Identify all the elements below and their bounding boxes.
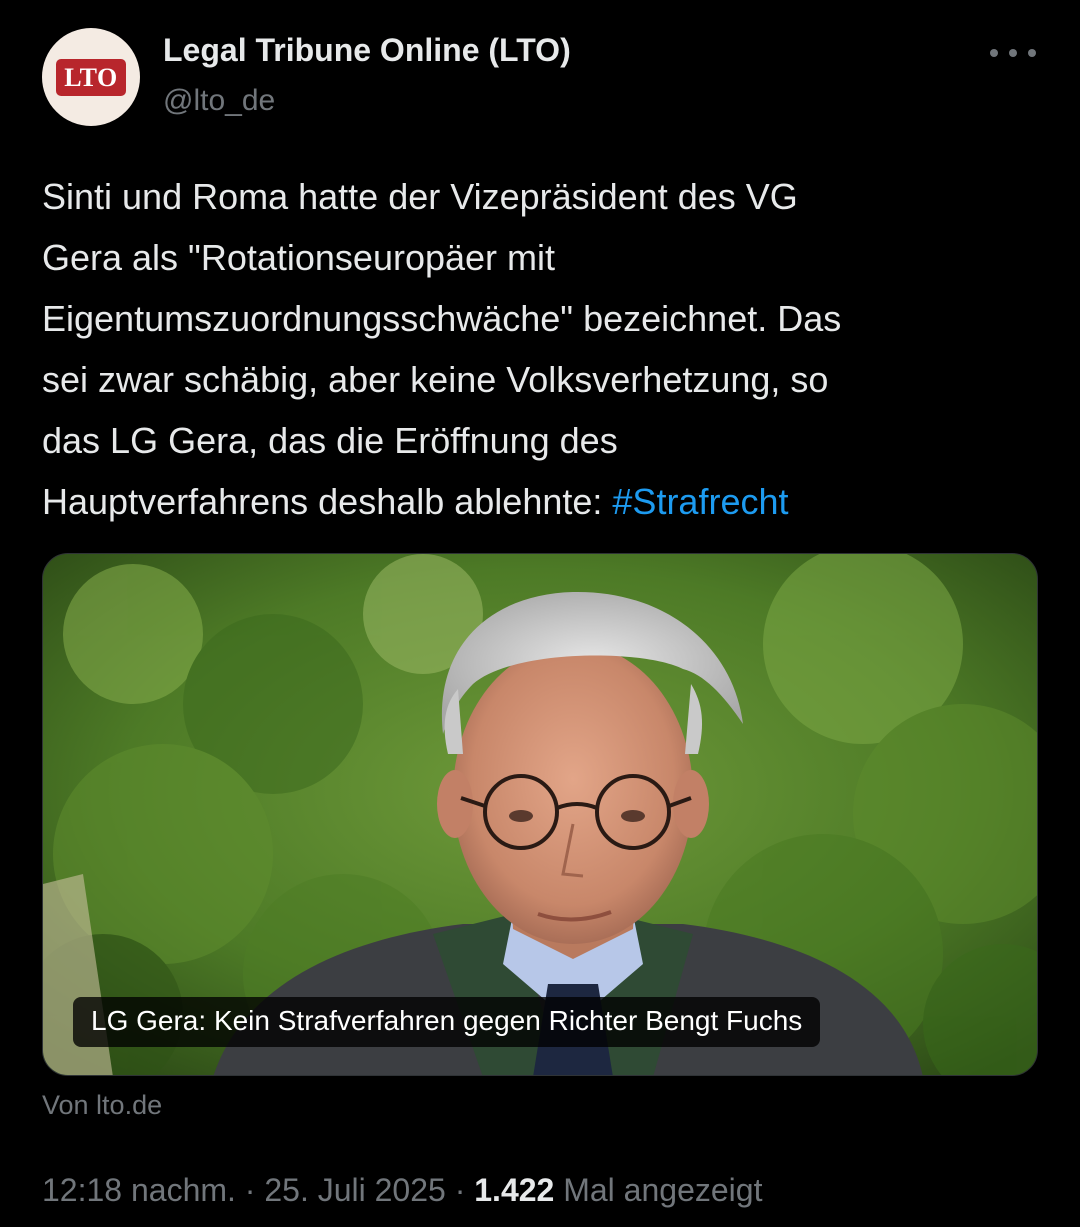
- views-label: Mal angezeigt: [563, 1172, 763, 1208]
- tweet-text-line: Hauptverfahrens deshalb ablehnte:: [42, 481, 613, 522]
- tweet-meta: 12:18 nachm. · 25. Juli 2025 · 1.422 Mal…: [42, 1172, 762, 1209]
- meta-separator: ·: [454, 1172, 466, 1208]
- lto-logo-icon: LTO: [56, 58, 126, 96]
- tweet-text-line: Eigentumszuordnungsschwäche" bezeichnet.…: [42, 298, 842, 339]
- avatar[interactable]: LTO: [42, 28, 140, 126]
- tweet-text-line: Gera als "Rotationseuropäer mit: [42, 237, 556, 278]
- tweet-text-line: sei zwar schäbig, aber keine Volksverhet…: [42, 359, 829, 400]
- tweet-text-line: das LG Gera, das die Eröffnung des: [42, 420, 618, 461]
- meta-separator: ·: [244, 1172, 256, 1208]
- tweet-date[interactable]: 25. Juli 2025: [264, 1172, 445, 1208]
- tweet-time[interactable]: 12:18 nachm.: [42, 1172, 236, 1208]
- tweet: LTO Legal Tribune Online (LTO) @lto_de S…: [0, 0, 1080, 1227]
- tweet-text-line: Sinti und Roma hatte der Vizepräsident d…: [42, 176, 798, 217]
- card-caption: LG Gera: Kein Strafverfahren gegen Richt…: [73, 997, 821, 1047]
- tweet-text: Sinti und Roma hatte der Vizepräsident d…: [42, 166, 1042, 532]
- more-dots-icon[interactable]: [990, 38, 1036, 68]
- card-source[interactable]: Von lto.de: [42, 1090, 162, 1121]
- views-count: 1.422: [474, 1172, 555, 1208]
- author-handle[interactable]: @lto_de: [163, 84, 275, 118]
- hashtag-link[interactable]: #Strafrecht: [612, 481, 788, 522]
- link-card[interactable]: LG Gera: Kein Strafverfahren gegen Richt…: [42, 553, 1038, 1076]
- author-display-name[interactable]: Legal Tribune Online (LTO): [163, 32, 571, 69]
- tweet-text-line-last: Hauptverfahrens deshalb ablehnte: #Straf…: [42, 471, 1042, 532]
